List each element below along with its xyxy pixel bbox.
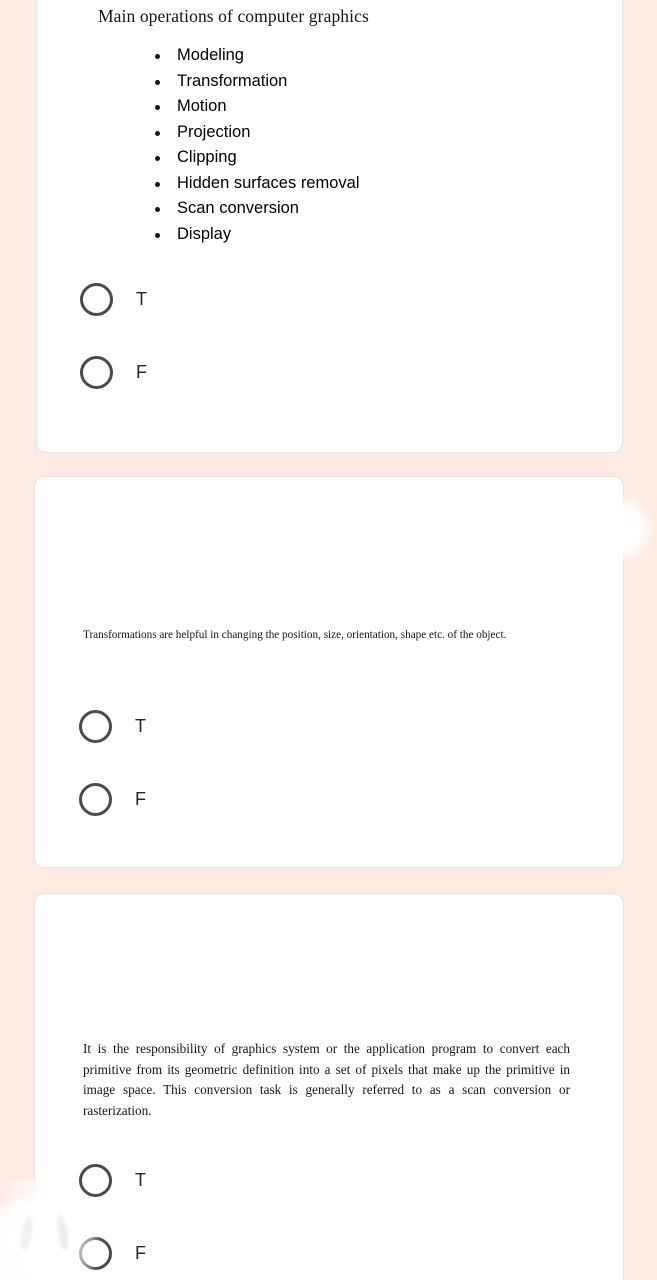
list-item: Modeling bbox=[151, 43, 360, 69]
question-card-2: Transformations are helpful in changing … bbox=[34, 476, 624, 868]
option-row-q2-true[interactable]: T bbox=[79, 698, 146, 754]
radio-button-q1-false[interactable] bbox=[80, 355, 113, 389]
list-item: Motion bbox=[151, 94, 360, 120]
radio-button-q3-true[interactable] bbox=[79, 1163, 112, 1197]
bullet-dot-icon bbox=[155, 105, 160, 110]
option-label-q3-true: T bbox=[135, 1170, 146, 1190]
question-statement-q2: Transformations are helpful in changing … bbox=[83, 629, 507, 641]
option-label-q2-false: F bbox=[135, 789, 146, 809]
bullet-text: Modeling bbox=[177, 46, 244, 64]
list-item: Clipping bbox=[151, 145, 360, 171]
slide-bullet-list-q1: Modeling Transformation Motion Projectio… bbox=[151, 43, 360, 247]
options-group-q1: T F bbox=[80, 271, 147, 400]
bullet-dot-icon bbox=[155, 181, 160, 187]
bullet-text: Display bbox=[177, 224, 232, 243]
question-card-2-inner: Transformations are helpful in changing … bbox=[35, 477, 623, 867]
question-card-3-inner: It is the responsibility of graphics sys… bbox=[35, 894, 623, 1280]
option-label-q1-false: F bbox=[136, 362, 147, 382]
radio-button-q1-true[interactable] bbox=[80, 282, 113, 316]
list-item: Display bbox=[151, 222, 360, 248]
slide-title-q1: Main operations of computer graphics bbox=[98, 6, 369, 26]
options-group-q3: T F bbox=[79, 1152, 146, 1280]
question-card-3: It is the responsibility of graphics sys… bbox=[34, 893, 624, 1280]
radio-button-q2-true[interactable] bbox=[79, 709, 112, 743]
list-item: Hidden surfaces removal bbox=[151, 171, 360, 197]
radio-button-q2-false[interactable] bbox=[79, 782, 112, 816]
list-item: Transformation bbox=[151, 69, 360, 95]
bullet-text: Motion bbox=[177, 97, 227, 115]
bullet-dot-icon bbox=[155, 232, 160, 238]
option-row-q1-true[interactable]: T bbox=[80, 271, 147, 327]
bullet-text: Hidden surfaces removal bbox=[177, 173, 360, 192]
bullet-text: Scan conversion bbox=[177, 199, 299, 217]
options-group-q2: T F bbox=[79, 698, 146, 827]
option-label-q1-true: T bbox=[136, 289, 147, 309]
option-label-q2-true: T bbox=[135, 716, 146, 736]
bullet-dot-icon bbox=[155, 156, 160, 161]
list-item: Scan conversion bbox=[151, 196, 360, 222]
question-card-1-inner: Main operations of computer graphics Mod… bbox=[36, 0, 622, 452]
option-label-q3-false: F bbox=[135, 1243, 146, 1263]
bullet-text: Clipping bbox=[177, 148, 237, 166]
option-row-q3-false[interactable]: F bbox=[79, 1225, 146, 1280]
bullet-dot-icon bbox=[155, 207, 160, 212]
finger-artifact-left bbox=[19, 1215, 35, 1251]
bullet-text: Transformation bbox=[177, 71, 288, 90]
list-item: Projection bbox=[151, 120, 360, 146]
radio-button-q3-false[interactable] bbox=[79, 1236, 112, 1270]
question-statement-q3: It is the responsibility of graphics sys… bbox=[83, 1041, 570, 1118]
bullet-text: Projection bbox=[177, 122, 251, 141]
bullet-dot-icon bbox=[155, 79, 160, 85]
bullet-dot-icon bbox=[155, 54, 160, 59]
option-row-q2-false[interactable]: F bbox=[79, 771, 146, 827]
bullet-dot-icon bbox=[155, 130, 160, 136]
option-row-q1-false[interactable]: F bbox=[80, 344, 147, 400]
option-row-q3-true[interactable]: T bbox=[79, 1152, 146, 1208]
quiz-page: Main operations of computer graphics Mod… bbox=[0, 0, 657, 1280]
question-card-1: Main operations of computer graphics Mod… bbox=[35, 0, 623, 453]
